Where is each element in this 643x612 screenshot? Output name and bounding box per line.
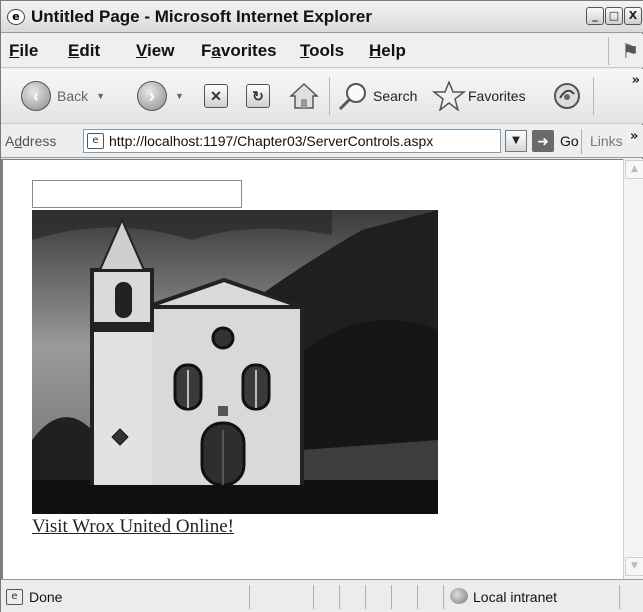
windows-flag-icon: ⚑: [608, 37, 638, 65]
address-label-accel: d: [14, 133, 23, 149]
status-divider: [391, 585, 392, 609]
media-icon: [554, 83, 580, 109]
status-bar: e Done Local intranet: [1, 579, 643, 612]
menu-view-accel: V: [136, 41, 148, 60]
vertical-scrollbar[interactable]: ▲ ▼: [623, 159, 643, 579]
address-url[interactable]: http://localhost:1197/Chapter03/ServerCo…: [109, 133, 433, 149]
menu-help-label: elp: [381, 41, 406, 60]
standard-toolbar: ‹ Back ▼ › ▼ ✕ ↻ Search Favorites »: [1, 69, 643, 124]
stop-icon: ✕: [204, 84, 228, 108]
title-bar: e Untitled Page - Microsoft Internet Exp…: [1, 1, 643, 33]
status-divider: [249, 585, 250, 609]
forward-arrow-icon: ›: [137, 81, 167, 111]
back-button[interactable]: ‹ Back ▼: [21, 81, 105, 111]
menu-file[interactable]: File: [9, 41, 38, 61]
menu-favorites[interactable]: Favorites: [201, 41, 277, 61]
favorites-label: Favorites: [468, 88, 526, 104]
status-divider: [365, 585, 366, 609]
menu-tools[interactable]: Tools: [300, 41, 344, 61]
stop-button[interactable]: ✕: [204, 81, 228, 111]
address-label: Address: [5, 133, 56, 149]
close-button[interactable]: X: [624, 7, 642, 25]
search-button[interactable]: Search: [337, 81, 417, 111]
menu-help[interactable]: Help: [369, 41, 406, 61]
menu-edit-label: dit: [79, 41, 101, 60]
back-arrow-icon: ‹: [21, 81, 51, 111]
church-photo: [32, 210, 438, 514]
zone-label: Local intranet: [473, 589, 558, 605]
status-divider: [339, 585, 340, 609]
menu-favorites-accel: a: [211, 41, 221, 60]
menu-tools-accel: T: [300, 41, 310, 60]
search-label: Search: [373, 88, 418, 104]
status-divider: [619, 585, 620, 609]
toolbar-separator-2: [593, 77, 594, 115]
media-button[interactable]: [553, 81, 581, 111]
page-icon: e: [6, 589, 23, 605]
toolbar-separator: [329, 77, 330, 115]
scroll-down-button[interactable]: ▼: [625, 557, 643, 576]
window-title: Untitled Page - Microsoft Internet Explo…: [31, 7, 372, 26]
menu-favorites-label: vorites: [220, 41, 277, 60]
status-divider: [313, 585, 314, 609]
forward-dropdown-icon[interactable]: ▼: [175, 91, 184, 101]
menu-edit-accel: E: [68, 41, 80, 60]
page-icon: e: [87, 133, 104, 149]
links-overflow-chevron[interactable]: »: [630, 129, 638, 144]
go-button[interactable]: ➜ Go: [532, 130, 579, 152]
links-label[interactable]: Links: [590, 133, 623, 149]
page-content: Visit Wrox United Online!: [1, 159, 623, 579]
toolbar-overflow-chevron[interactable]: »: [632, 73, 640, 88]
menu-favorites-pre: F: [201, 41, 212, 60]
menu-view[interactable]: View: [136, 41, 174, 61]
menu-bar: File Edit View Favorites Tools Help ⚑: [1, 34, 643, 68]
refresh-icon: ↻: [246, 84, 270, 108]
forward-button[interactable]: › ▼: [137, 81, 184, 111]
address-dropdown-button[interactable]: ▼: [505, 130, 527, 152]
window-controls: _ □ X: [586, 7, 642, 25]
menu-file-label: ile: [19, 41, 39, 60]
text-box[interactable]: [32, 180, 242, 208]
menu-tools-label: ools: [309, 41, 345, 60]
address-label-pre: A: [5, 133, 15, 149]
intranet-icon: [450, 588, 468, 604]
menu-edit[interactable]: Edit: [68, 41, 100, 61]
scroll-up-button[interactable]: ▲: [625, 160, 643, 179]
address-bar: Address e http://localhost:1197/Chapter0…: [1, 125, 643, 158]
browser-window: e Untitled Page - Microsoft Internet Exp…: [0, 0, 643, 612]
go-arrow-icon: ➜: [532, 130, 554, 152]
search-icon: [338, 83, 366, 111]
ie-logo-icon: e: [7, 9, 25, 25]
home-button[interactable]: [289, 81, 319, 111]
status-text: Done: [29, 589, 63, 605]
status-divider: [443, 585, 444, 609]
back-label: Back: [57, 88, 89, 104]
address-separator: [581, 129, 582, 154]
menu-view-label: iew: [147, 41, 175, 60]
go-label: Go: [560, 133, 579, 149]
home-icon: [289, 82, 319, 109]
back-dropdown-icon[interactable]: ▼: [96, 91, 105, 101]
star-icon: [432, 81, 466, 111]
status-divider: [417, 585, 418, 609]
menu-file-accel: F: [9, 41, 20, 60]
favorites-button[interactable]: Favorites: [432, 81, 526, 111]
refresh-button[interactable]: ↻: [246, 81, 270, 111]
wrox-link[interactable]: Visit Wrox United Online!: [32, 516, 234, 538]
menu-help-accel: H: [369, 41, 382, 60]
minimize-button[interactable]: _: [586, 7, 604, 25]
maximize-button[interactable]: □: [605, 7, 623, 25]
address-input[interactable]: e http://localhost:1197/Chapter03/Server…: [83, 129, 501, 153]
address-label-rest: dress: [22, 133, 57, 149]
